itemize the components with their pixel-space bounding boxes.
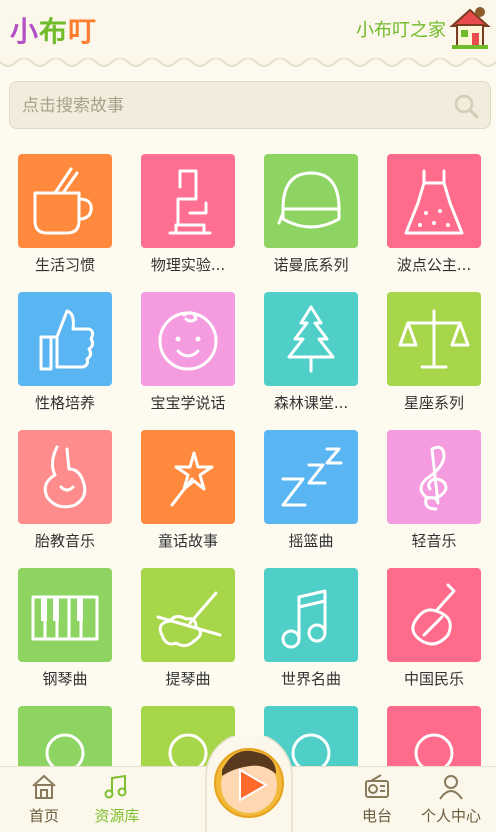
magic-wand-icon [170,451,214,507]
category-thumbnail [264,154,358,248]
category-tile[interactable]: 森林课堂... [256,278,366,412]
category-label: 胎教音乐 [34,532,95,550]
music-note-icon [281,589,327,649]
category-thumbnail [387,292,481,386]
music-notes-icon [104,774,127,799]
category-tile[interactable]: 中国民乐 [379,554,489,688]
category-tile[interactable]: 世界名曲 [256,554,366,688]
scales-icon [398,309,470,369]
sleep-zzz-icon [281,447,343,507]
helmet-icon [277,171,341,229]
app-header: 小布叮 小布叮之家 [0,0,496,67]
category-tile[interactable]: 诺曼底系列 [256,140,366,274]
nav-home-label: 首页 [28,807,59,825]
category-label: 轻音乐 [411,532,457,550]
category-tile[interactable]: 性格培养 [10,278,120,412]
nav-profile-label: 个人中心 [420,807,481,825]
category-thumbnail [264,292,358,386]
category-thumbnail [141,292,235,386]
category-tile[interactable]: 钢琴曲 [10,554,120,688]
play-button[interactable] [204,736,294,832]
category-grid: 生活习惯 物理实验... 诺曼底系列 波点公主... 性格培养 宝宝学说话 森林课堂... 星… [0,140,496,768]
category-thumbnail [387,154,481,248]
category-thumbnail [264,568,358,662]
nav-profile[interactable]: 个人中心 [414,773,488,829]
category-tile[interactable]: 轻音乐 [379,416,489,550]
radio-icon [365,774,389,798]
baby-face-icon [158,311,218,371]
pipa-icon [411,583,456,646]
category-label: 性格培养 [34,394,95,412]
search-icon[interactable] [452,92,480,120]
category-tile[interactable]: 宝宝学说话 [133,278,243,412]
pregnant-icon [43,445,87,509]
category-label: 世界名曲 [280,670,341,688]
category-tile[interactable]: 提琴曲 [133,554,243,688]
category-label: 中国民乐 [403,670,464,688]
thumbs-up-icon [39,309,95,371]
category-thumbnail [18,292,112,386]
category-thumbnail [387,430,481,524]
partial-icon [45,733,85,768]
nav-library-label: 资源库 [94,807,140,825]
logo-char-1: 小 [10,15,40,48]
category-label: 诺曼底系列 [273,256,349,274]
nav-library[interactable]: 资源库 [82,773,152,829]
category-label: 森林课堂... [273,394,349,412]
category-thumbnail [264,430,358,524]
category-tile[interactable]: 摇篮曲 [256,416,366,550]
app-logo[interactable]: 小布叮 [10,10,97,50]
category-tile[interactable]: 星座系列 [379,278,489,412]
category-label: 钢琴曲 [42,670,88,688]
search-input[interactable] [22,92,442,120]
category-tile[interactable]: 胎教音乐 [10,416,120,550]
category-tile[interactable] [379,692,489,768]
search-bar[interactable] [9,81,491,129]
category-thumbnail [141,154,235,248]
category-label: 宝宝学说话 [150,394,226,412]
header-wave-divider [0,58,496,67]
partial-icon [414,733,454,768]
category-label: 波点公主... [396,256,472,274]
category-thumbnail [387,568,481,662]
house-icon[interactable] [448,4,492,52]
logo-char-3: 叮 [68,15,98,48]
category-tile[interactable]: 物理实验... [133,140,243,274]
category-label: 生活习惯 [34,256,95,274]
logo-char-2: 布 [39,15,69,48]
microscope-icon [168,169,212,235]
category-label: 摇篮曲 [288,532,334,550]
nav-radio[interactable]: 电台 [342,773,412,829]
category-thumbnail [18,706,112,768]
category-thumbnail [18,154,112,248]
category-tile[interactable]: 童话故事 [133,416,243,550]
violin-icon [156,591,222,648]
category-tile[interactable]: 生活习惯 [10,140,120,274]
category-tile[interactable] [10,692,120,768]
category-label: 童话故事 [157,532,218,550]
category-thumbnail [141,568,235,662]
category-label: 物理实验... [150,256,226,274]
category-thumbnail [18,430,112,524]
header-title: 小布叮之家 [356,20,446,41]
person-icon [439,775,463,800]
home-icon [32,774,56,799]
category-label: 星座系列 [403,394,464,412]
cup-icon [33,167,93,235]
category-thumbnail [141,430,235,524]
piano-icon [31,595,99,641]
tree-icon [287,305,335,373]
nav-radio-label: 电台 [361,807,392,825]
nav-home[interactable]: 首页 [9,773,79,829]
category-thumbnail [387,706,481,768]
category-label: 提琴曲 [165,670,211,688]
category-tile[interactable]: 波点公主... [379,140,489,274]
dress-icon [404,169,464,235]
category-thumbnail [18,568,112,662]
treble-clef-icon [419,445,448,511]
